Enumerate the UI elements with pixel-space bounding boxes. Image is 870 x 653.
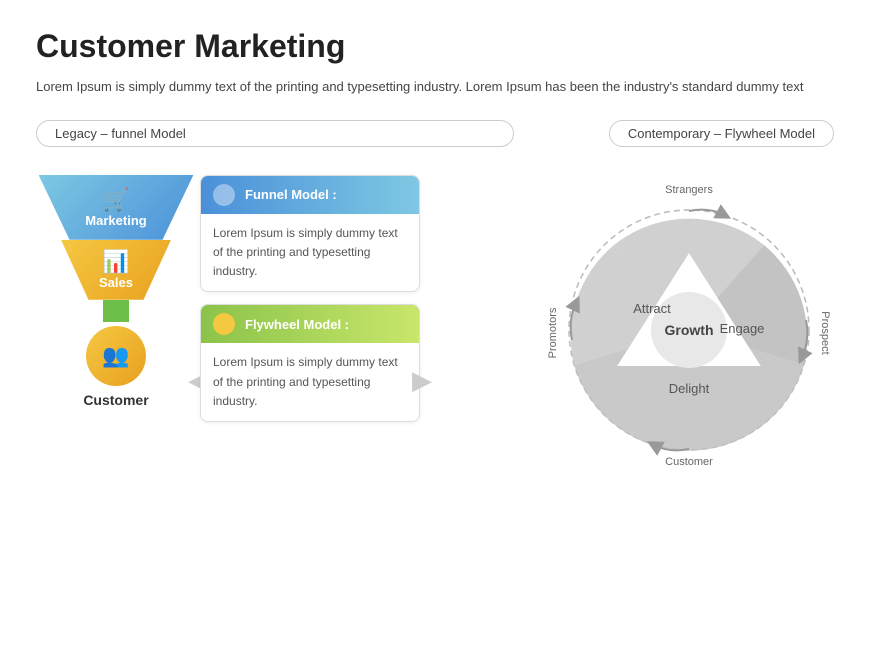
funnel-card: Funnel Model : Lorem Ipsum is simply dum… bbox=[200, 175, 420, 293]
flywheel-card-body: Lorem Ipsum is simply dummy text of the … bbox=[201, 343, 419, 421]
flywheel-svg: Strangers Promotors Prospect Customer At… bbox=[534, 165, 834, 475]
customer-label: Customer bbox=[83, 392, 148, 408]
svg-text:Promotors: Promotors bbox=[547, 307, 559, 358]
arrow-right-icon: ▶ bbox=[412, 365, 432, 396]
marketing-label: Marketing bbox=[85, 213, 146, 228]
funnel-dot bbox=[213, 184, 235, 206]
page-title: Customer Marketing bbox=[36, 28, 834, 65]
svg-text:Attract: Attract bbox=[633, 301, 671, 316]
left-column: Legacy – funnel Model 🛒 Marketing 📊 Sale… bbox=[36, 120, 514, 422]
funnel-stem bbox=[103, 300, 129, 322]
customer-circle: 👥 bbox=[86, 326, 146, 386]
svg-text:Strangers: Strangers bbox=[665, 184, 713, 196]
svg-text:Growth: Growth bbox=[665, 322, 714, 338]
funnel-sales-segment: 📊 Sales bbox=[61, 240, 171, 300]
flywheel-card: Flywheel Model : Lorem Ipsum is simply d… bbox=[200, 304, 420, 422]
right-column: Contemporary – Flywheel Model bbox=[534, 120, 834, 475]
flywheel-card-header: Flywheel Model : bbox=[201, 305, 419, 343]
model-cards: Funnel Model : Lorem Ipsum is simply dum… bbox=[200, 175, 420, 422]
svg-text:Engage: Engage bbox=[720, 321, 765, 336]
funnel-card-title: Funnel Model : bbox=[245, 187, 337, 202]
flywheel-section-label: Contemporary – Flywheel Model bbox=[609, 120, 834, 147]
funnel-diagram: 🛒 Marketing 📊 Sales 👥 Customer bbox=[36, 175, 196, 408]
flywheel-dot bbox=[213, 313, 235, 335]
right-arrow: ▶ bbox=[412, 365, 432, 396]
subtitle-text: Lorem Ipsum is simply dummy text of the … bbox=[36, 77, 834, 98]
funnel-card-body: Lorem Ipsum is simply dummy text of the … bbox=[201, 214, 419, 292]
flywheel-diagram: Strangers Promotors Prospect Customer At… bbox=[534, 165, 834, 475]
flywheel-card-title: Flywheel Model : bbox=[245, 317, 349, 332]
legacy-label: Legacy – funnel Model bbox=[36, 120, 514, 147]
sales-icon: 📊 bbox=[102, 249, 129, 275]
svg-text:Delight: Delight bbox=[669, 381, 710, 396]
cart-icon: 🛒 bbox=[102, 187, 129, 213]
slide: Customer Marketing Lorem Ipsum is simply… bbox=[0, 0, 870, 653]
main-columns: Legacy – funnel Model 🛒 Marketing 📊 Sale… bbox=[36, 120, 834, 475]
funnel-marketing-segment: 🛒 Marketing bbox=[39, 175, 194, 240]
svg-text:Customer: Customer bbox=[665, 456, 713, 468]
svg-text:Prospect: Prospect bbox=[819, 311, 831, 354]
people-icon: 👥 bbox=[102, 343, 129, 369]
sales-label: Sales bbox=[99, 275, 133, 290]
funnel-card-header: Funnel Model : bbox=[201, 176, 419, 214]
